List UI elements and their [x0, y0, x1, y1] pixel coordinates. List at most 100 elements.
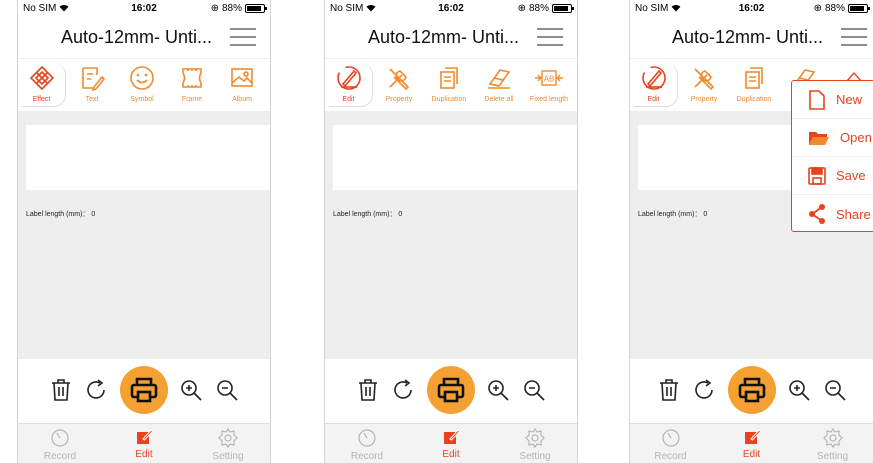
zoom-in-icon: [488, 380, 509, 401]
status-bar: No SIM 16:02 ⊕ 88%: [18, 0, 270, 16]
label-length: Label length (mm)： 0: [26, 211, 96, 218]
menu-item-new[interactable]: New: [792, 81, 873, 119]
rotate-button[interactable]: [391, 377, 417, 403]
print-button[interactable]: [120, 366, 168, 414]
zoom-in-button[interactable]: [786, 377, 812, 403]
menu-icon[interactable]: [537, 28, 563, 46]
label-canvas-area: Label length (mm)： 0: [18, 111, 270, 359]
tool-edit[interactable]: Edit: [634, 63, 678, 107]
folder-open-icon: [809, 131, 829, 145]
tab-label: Record: [350, 451, 384, 462]
phone-screen-effect: No SIM 16:02 ⊕ 88% Auto-12mm- Unti... Ef…: [17, 0, 271, 463]
tool-symbol[interactable]: Symbol: [118, 63, 166, 103]
print-button[interactable]: [427, 366, 475, 414]
tool-more[interactable]: M: [575, 63, 577, 103]
tool-label: Property: [690, 96, 718, 103]
zoom-in-button[interactable]: [178, 377, 204, 403]
zoom-out-button[interactable]: [822, 377, 848, 403]
tab-setting[interactable]: Setting: [493, 424, 577, 463]
tab-bar: Record Edit Setting: [18, 423, 270, 463]
tool-duplication[interactable]: Duplication: [730, 63, 778, 103]
tab-bar: Record Edit Setting: [325, 423, 577, 463]
trash-icon: [359, 379, 377, 401]
label-length: Label length (mm)： 0: [638, 211, 708, 218]
page-title: Auto-12mm- Unti...: [671, 26, 823, 47]
rotate-button[interactable]: [84, 377, 110, 403]
zoom-out-icon: [824, 380, 846, 401]
battery-icon: [552, 3, 574, 13]
menu-item-share[interactable]: Share: [792, 195, 873, 233]
tool-edit[interactable]: Edit: [329, 63, 373, 107]
smiley-icon: [127, 63, 157, 93]
tab-edit[interactable]: Edit: [409, 424, 493, 463]
phone-screen-edit: No SIM 16:02 ⊕ 88% Auto-12mm- Unti... Ed…: [324, 0, 578, 463]
duplication-icon: [739, 63, 769, 93]
album-icon: [227, 63, 257, 93]
nav-bar: Auto-12mm- Unti...: [325, 16, 577, 59]
screens: No SIM 16:02 ⊕ 88% Auto-12mm- Unti... Ef…: [0, 0, 873, 463]
share-icon: [809, 204, 825, 224]
tab-record[interactable]: Record: [325, 424, 409, 463]
tool-frame[interactable]: Frame: [168, 63, 216, 103]
tab-record[interactable]: Record: [630, 424, 711, 463]
status-time: 16:02: [438, 2, 464, 14]
tool-fixed-length[interactable]: AB Fixed length: [525, 63, 573, 103]
menu-icon[interactable]: [841, 28, 867, 46]
tool-effect[interactable]: Effect: [22, 63, 66, 107]
tab-bar: Record Edit Setting: [630, 423, 873, 463]
rotate-button[interactable]: [692, 377, 718, 403]
zoom-out-button[interactable]: [214, 377, 240, 403]
tool-property[interactable]: Property: [680, 63, 728, 103]
tool-label: Delete all: [484, 96, 514, 103]
tab-record[interactable]: Record: [18, 424, 102, 463]
tool-album[interactable]: Album: [218, 63, 266, 103]
label-canvas-area: Label length (mm)： 0: [325, 111, 577, 359]
tab-edit[interactable]: Edit: [102, 424, 186, 463]
status-time: 16:02: [131, 2, 157, 14]
printer-icon: [130, 377, 158, 403]
battery-icon: [245, 3, 267, 13]
menu-item-open[interactable]: Open: [792, 119, 873, 157]
action-bar: [18, 359, 270, 421]
label-canvas[interactable]: [333, 125, 577, 190]
tool-label: Property: [385, 96, 413, 103]
zoom-out-button[interactable]: [521, 377, 547, 403]
tool-text[interactable]: Text: [68, 63, 116, 103]
tool-barcode[interactable]: Ba: [268, 63, 270, 103]
menu-icon[interactable]: [230, 28, 256, 46]
tool-duplication[interactable]: Duplication: [425, 63, 473, 103]
eraser-icon: [484, 63, 514, 93]
setting-icon: [218, 428, 238, 448]
edit-tab-icon: [444, 429, 460, 444]
tab-label: Edit: [135, 449, 153, 460]
action-bar: [630, 359, 873, 421]
delete-button[interactable]: [355, 377, 381, 403]
menu-item-save[interactable]: Save: [792, 157, 873, 195]
zoom-out-icon: [524, 380, 545, 401]
effect-icon: [27, 63, 57, 93]
menu-item-label: Open: [840, 130, 872, 145]
toolbar: Edit Property Duplication Delete all AB …: [325, 59, 577, 111]
tab-setting[interactable]: Setting: [792, 424, 873, 463]
text-edit-icon: [77, 63, 107, 93]
tool-label: Symbol: [130, 96, 154, 103]
tool-delete-all[interactable]: Delete all: [475, 63, 523, 103]
delete-button[interactable]: [656, 377, 682, 403]
zoom-in-icon: [181, 380, 202, 401]
tool-property[interactable]: Property: [375, 63, 423, 103]
status-bar: No SIM 16:02 ⊕ 88%: [325, 0, 577, 16]
zoom-in-button[interactable]: [485, 377, 511, 403]
menu-item-label: Save: [836, 168, 866, 183]
status-bar: No SIM 16:02 ⊕ 88%: [630, 0, 873, 16]
edit-tab-icon: [744, 429, 761, 444]
tool-label: Text: [85, 96, 99, 103]
tab-edit[interactable]: Edit: [711, 424, 792, 463]
rotate-icon: [694, 379, 713, 399]
tab-setting[interactable]: Setting: [186, 424, 270, 463]
tool-label: Fixed length: [529, 96, 569, 103]
label-canvas[interactable]: [26, 125, 270, 190]
tab-label: Record: [43, 451, 77, 462]
print-button[interactable]: [727, 366, 776, 414]
delete-button[interactable]: [48, 377, 74, 403]
printer-icon: [738, 377, 765, 403]
